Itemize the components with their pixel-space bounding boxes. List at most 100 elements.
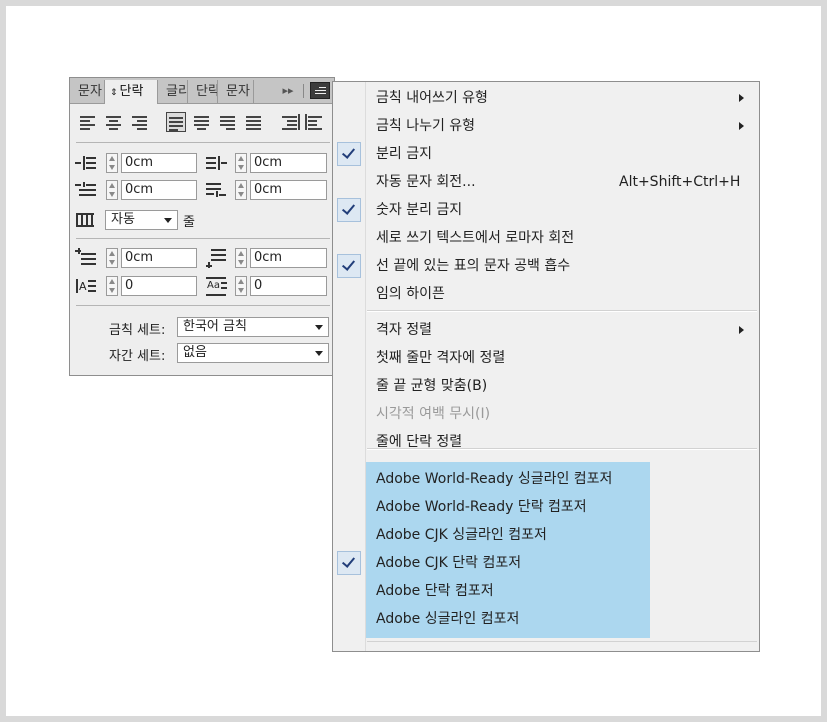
dropdown-value: 없음 — [183, 345, 207, 360]
divider — [76, 142, 330, 143]
align-away-from-spine-icon[interactable] — [304, 112, 324, 132]
drop-cap-chars-field[interactable]: 0 — [250, 276, 327, 296]
kinsoku-set-label: 금칙 세트: — [109, 323, 166, 338]
menu-item[interactable]: 분리 금지 — [333, 141, 759, 168]
tab-label: 단락 — [119, 84, 144, 99]
menu-item[interactable]: Adobe World-Ready 단락 컴포저 — [333, 494, 759, 521]
drop-cap-chars-icon: Aa — [206, 276, 228, 296]
mojikumi-set-dropdown[interactable]: 없음 — [177, 343, 329, 363]
left-indent-field[interactable]: 0cm — [121, 153, 197, 173]
menu-item[interactable]: Adobe CJK 싱글라인 컴포저 — [333, 522, 759, 549]
menu-item[interactable]: 세로 쓰기 텍스트에서 로마자 회전 — [333, 225, 759, 252]
menu-item[interactable]: 자동 문자 회전... Alt+Shift+Ctrl+H — [333, 169, 759, 196]
menu-item-label: 숫자 분리 금지 — [376, 202, 463, 218]
menu-item[interactable]: 임의 하이픈 — [333, 281, 759, 308]
first-line-indent-field[interactable]: 0cm — [121, 180, 197, 200]
tab-character[interactable]: 문자 — [70, 80, 105, 103]
space-before-icon — [75, 248, 97, 268]
align-center-icon[interactable] — [104, 112, 124, 132]
menu-item[interactable]: 격자 정렬 — [333, 317, 759, 344]
menu-item[interactable]: 선 끝에 있는 표의 문자 공백 흡수 — [333, 253, 759, 280]
tab-paragraph-styles[interactable]: 단락 — [188, 80, 218, 103]
right-indent-stepper[interactable] — [235, 153, 247, 173]
checkmark-icon — [337, 254, 361, 278]
first-line-indent-stepper[interactable] — [106, 180, 118, 200]
drop-cap-lines-stepper[interactable] — [106, 276, 118, 296]
mojikumi-set-label: 자간 세트: — [109, 349, 166, 364]
menu-item-label: 분리 금지 — [376, 146, 432, 162]
lines-suffix-label: 줄 — [183, 215, 195, 230]
chevron-down-icon — [164, 218, 172, 223]
menu-item[interactable]: 줄 끝 균형 맞춤(B) — [333, 373, 759, 400]
left-indent-stepper[interactable] — [106, 153, 118, 173]
tab-character-styles[interactable]: 문자 — [218, 80, 254, 103]
panel-flyout-menu: 금칙 내어쓰기 유형금칙 나누기 유형분리 금지자동 문자 회전... Alt+S… — [332, 81, 760, 652]
drop-cap-lines-field[interactable]: 0 — [121, 276, 197, 296]
menu-item-label: Adobe CJK 싱글라인 컴포저 — [376, 527, 547, 543]
dropdown-value: 자동 — [111, 212, 135, 227]
tab-label: 문자 — [226, 84, 250, 99]
menu-item[interactable]: 숫자 분리 금지 — [333, 197, 759, 224]
space-after-icon — [206, 248, 228, 268]
menu-item-label: Adobe 싱글라인 컴포저 — [376, 611, 520, 627]
justify-right-icon[interactable] — [218, 112, 238, 132]
more-tabs-icon[interactable]: ▸▸ — [278, 82, 298, 100]
right-indent-icon — [206, 153, 228, 173]
menu-item-label: 임의 하이픈 — [376, 286, 445, 302]
submenu-arrow-icon — [739, 122, 744, 130]
menu-item-label: 첫째 줄만 격자에 정렬 — [376, 350, 506, 366]
menu-item[interactable]: 첫째 줄만 격자에 정렬 — [333, 345, 759, 372]
panel-menu-icon[interactable] — [310, 82, 330, 99]
menu-item-label: Adobe CJK 단락 컴포저 — [376, 555, 522, 571]
menu-item-label: 줄에 단락 정렬 — [376, 434, 463, 450]
justify-center-icon[interactable] — [192, 112, 212, 132]
tab-label: 문자 — [78, 84, 102, 99]
right-indent-field[interactable]: 0cm — [250, 153, 327, 173]
first-line-indent-icon — [75, 180, 97, 200]
menu-item[interactable]: 줄에 단락 정렬 — [333, 429, 759, 456]
menu-item-label: 금칙 내어쓰기 유형 — [376, 90, 488, 106]
last-line-indent-field[interactable]: 0cm — [250, 180, 327, 200]
tab-label: 단락 — [196, 84, 218, 99]
justify-left-icon[interactable] — [166, 112, 186, 132]
divider — [76, 238, 330, 239]
checkmark-icon — [337, 198, 361, 222]
hyphen-zone-dropdown[interactable]: 자동 — [105, 210, 178, 230]
drop-cap-lines-icon: A — [75, 276, 97, 296]
align-left-icon[interactable] — [78, 112, 98, 132]
menu-item[interactable]: Adobe 싱글라인 컴포저 — [333, 606, 759, 633]
menu-item-label: 자동 문자 회전... — [376, 174, 476, 190]
align-right-icon[interactable] — [130, 112, 150, 132]
space-after-field[interactable]: 0cm — [250, 248, 327, 268]
align-towards-spine-icon[interactable] — [280, 112, 300, 132]
menu-separator — [367, 641, 757, 642]
space-before-stepper[interactable] — [106, 248, 118, 268]
chevron-down-icon — [315, 351, 323, 356]
alignment-buttons — [78, 112, 328, 134]
panel-tab-bar: 문자 ⇕단락 글리프 단락 문자 ▸▸ — [70, 78, 334, 104]
justify-all-icon[interactable] — [244, 112, 264, 132]
submenu-arrow-icon — [739, 326, 744, 334]
space-after-stepper[interactable] — [235, 248, 247, 268]
tab-glyphs[interactable]: 글리프 — [158, 80, 188, 103]
menu-item-label: 선 끝에 있는 표의 문자 공백 흡수 — [376, 258, 571, 274]
menu-item-label: Adobe 단락 컴포저 — [376, 583, 494, 599]
paragraph-panel: 문자 ⇕단락 글리프 단락 문자 ▸▸ 0cm 0cm 0cm 0cm 자동 줄 — [69, 77, 335, 376]
last-line-indent-stepper[interactable] — [235, 180, 247, 200]
last-line-indent-icon — [206, 180, 228, 200]
kinsoku-set-dropdown[interactable]: 한국어 금칙 — [177, 317, 329, 337]
tab-paragraph[interactable]: ⇕ 단락 — [104, 80, 158, 104]
menu-item-label: 격자 정렬 — [376, 322, 432, 338]
menu-item-label: 금칙 나누기 유형 — [376, 118, 476, 134]
menu-item-label: 줄 끝 균형 맞춤(B) — [376, 378, 488, 394]
menu-item[interactable]: Adobe World-Ready 싱글라인 컴포저 — [333, 466, 759, 493]
left-indent-icon — [75, 153, 97, 173]
menu-item[interactable]: Adobe 단락 컴포저 — [333, 578, 759, 605]
drop-cap-chars-stepper[interactable] — [235, 276, 247, 296]
space-before-field[interactable]: 0cm — [121, 248, 197, 268]
menu-item[interactable]: Adobe CJK 단락 컴포저 — [333, 550, 759, 577]
tab-reorder-icon: ⇕ — [110, 88, 118, 98]
menu-item[interactable]: 금칙 나누기 유형 — [333, 113, 759, 140]
menu-separator — [367, 311, 757, 312]
menu-item[interactable]: 금칙 내어쓰기 유형 — [333, 85, 759, 112]
